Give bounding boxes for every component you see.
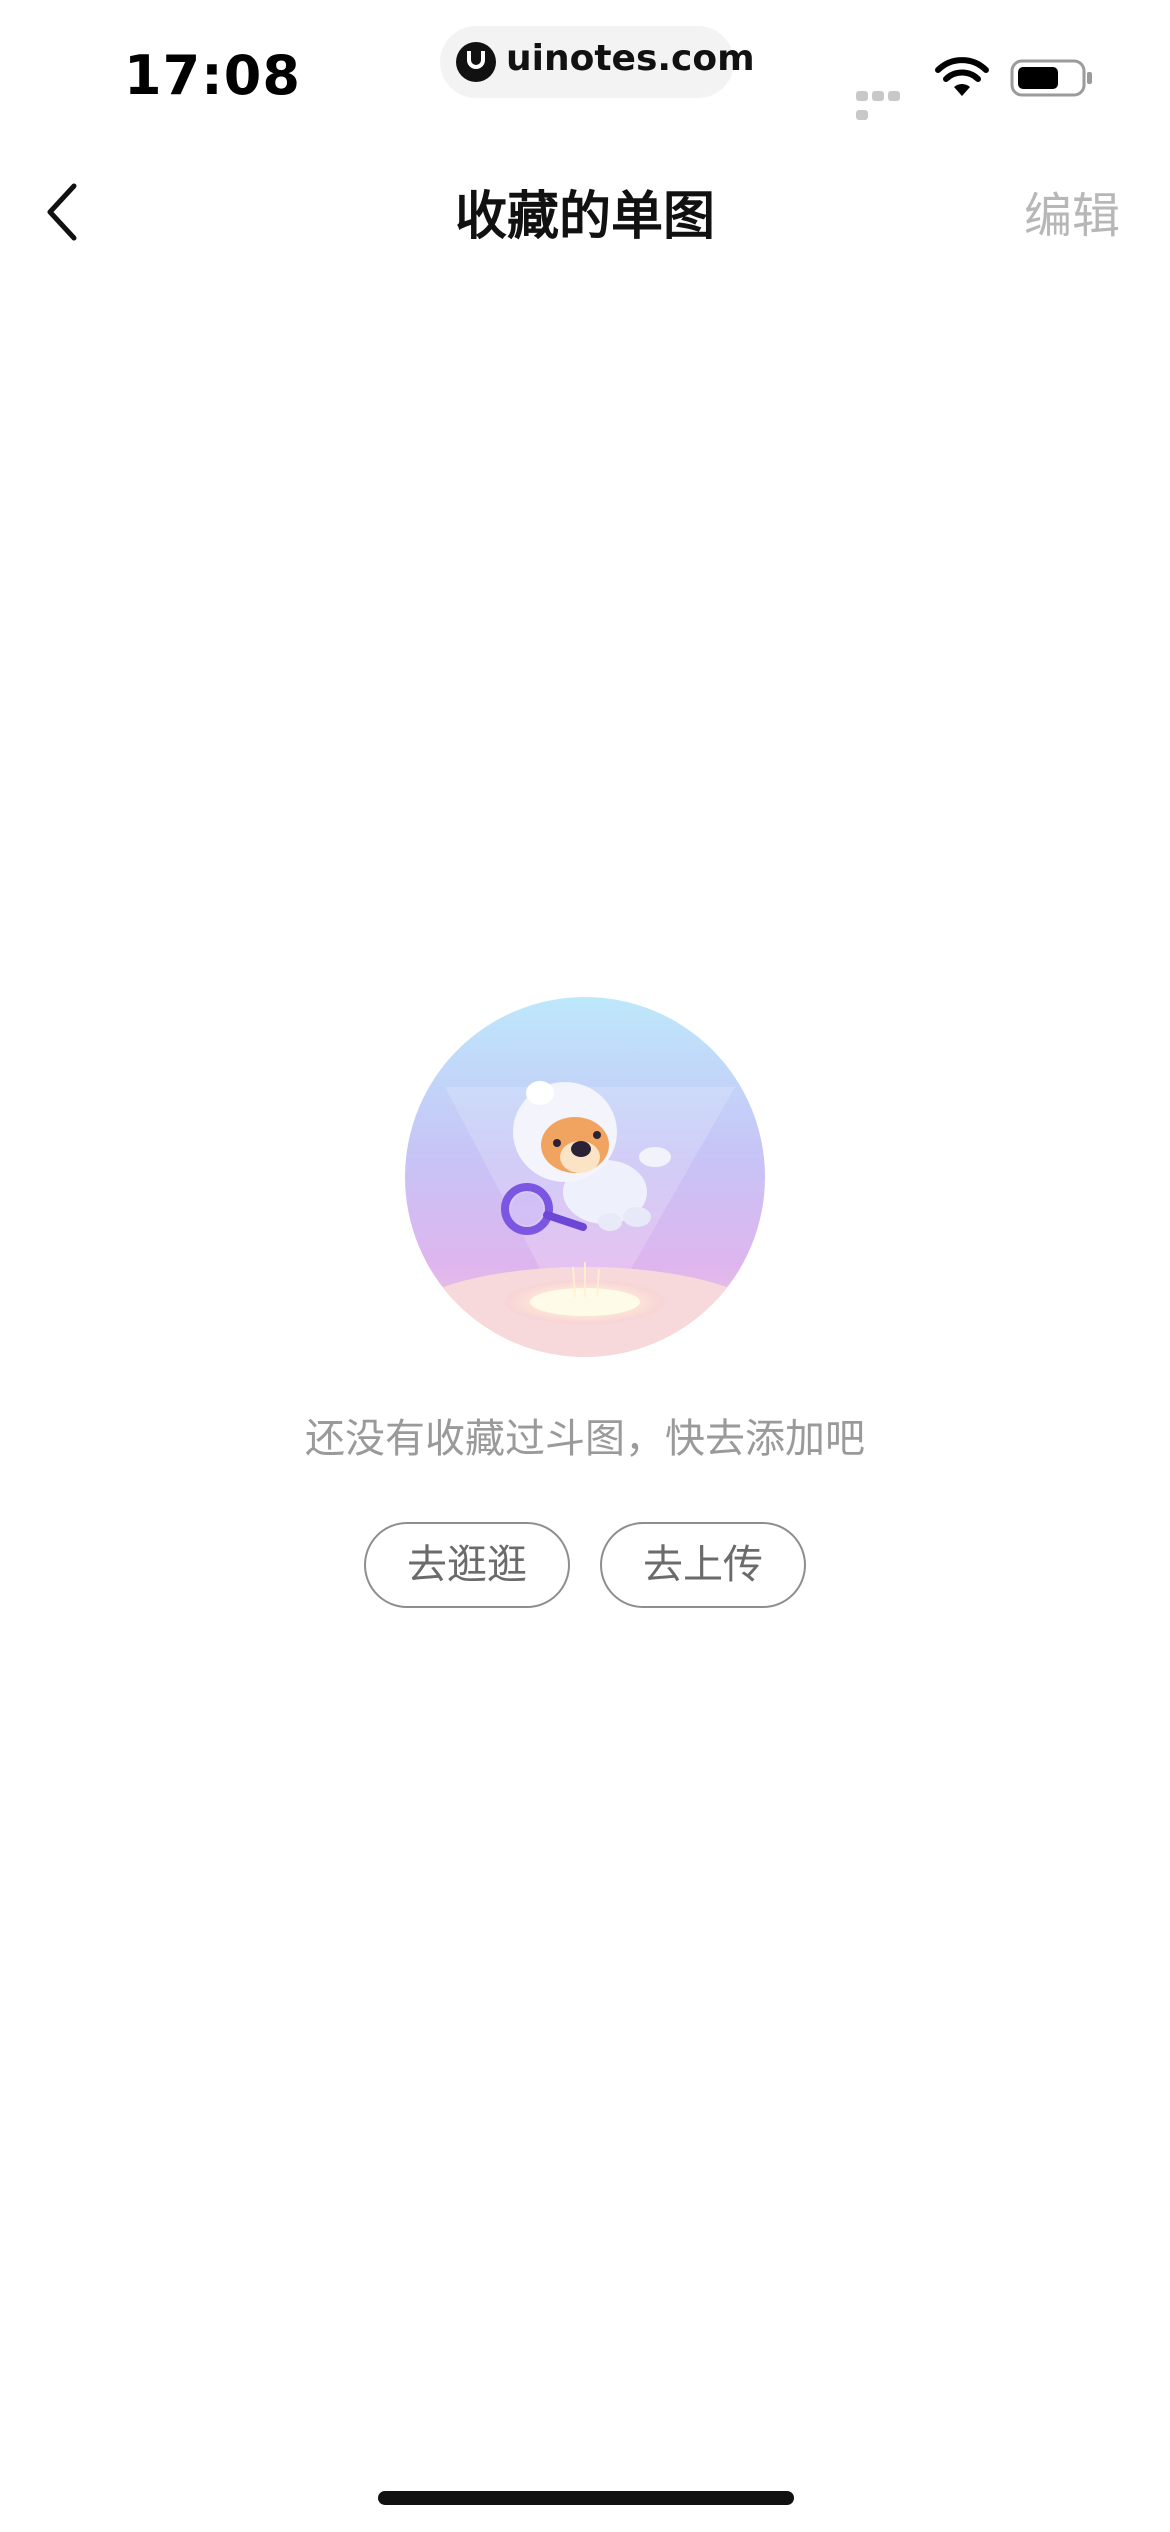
- page-title: 收藏的单图: [454, 187, 715, 247]
- url-text: uinotes.com: [506, 38, 755, 79]
- upload-button[interactable]: 去上传: [600, 1522, 806, 1608]
- wifi-icon: [935, 57, 989, 96]
- status-bar: 17:08 uinotes.com: [0, 0, 1170, 150]
- uinotes-logo-icon: [456, 42, 496, 82]
- url-badge: uinotes.com: [440, 26, 755, 98]
- empty-state-illustration: [405, 997, 765, 1357]
- empty-state-actions: 去逛逛 去上传: [0, 1522, 1170, 1608]
- empty-state-message: 还没有收藏过斗图，快去添加吧: [305, 1416, 865, 1462]
- browse-button[interactable]: 去逛逛: [364, 1522, 570, 1608]
- status-time: 17:08: [124, 44, 301, 107]
- home-indicator[interactable]: [378, 2491, 794, 2505]
- battery-icon: [1010, 59, 1092, 97]
- edit-button[interactable]: 编辑: [1024, 176, 1120, 246]
- cellular-signal-icon: [856, 86, 918, 120]
- nav-bar: 收藏的单图 编辑: [0, 150, 1170, 270]
